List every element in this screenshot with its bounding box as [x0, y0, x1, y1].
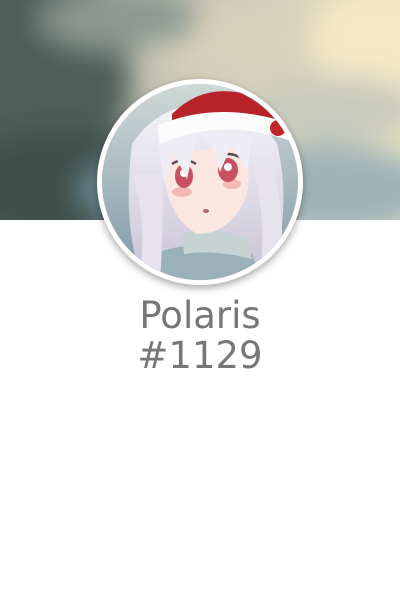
- avatar-image: [102, 84, 298, 280]
- discriminator: #1129: [137, 334, 263, 377]
- username: Polaris: [139, 294, 261, 337]
- profile-card: Polaris #1129: [0, 0, 400, 600]
- avatar[interactable]: [97, 79, 303, 285]
